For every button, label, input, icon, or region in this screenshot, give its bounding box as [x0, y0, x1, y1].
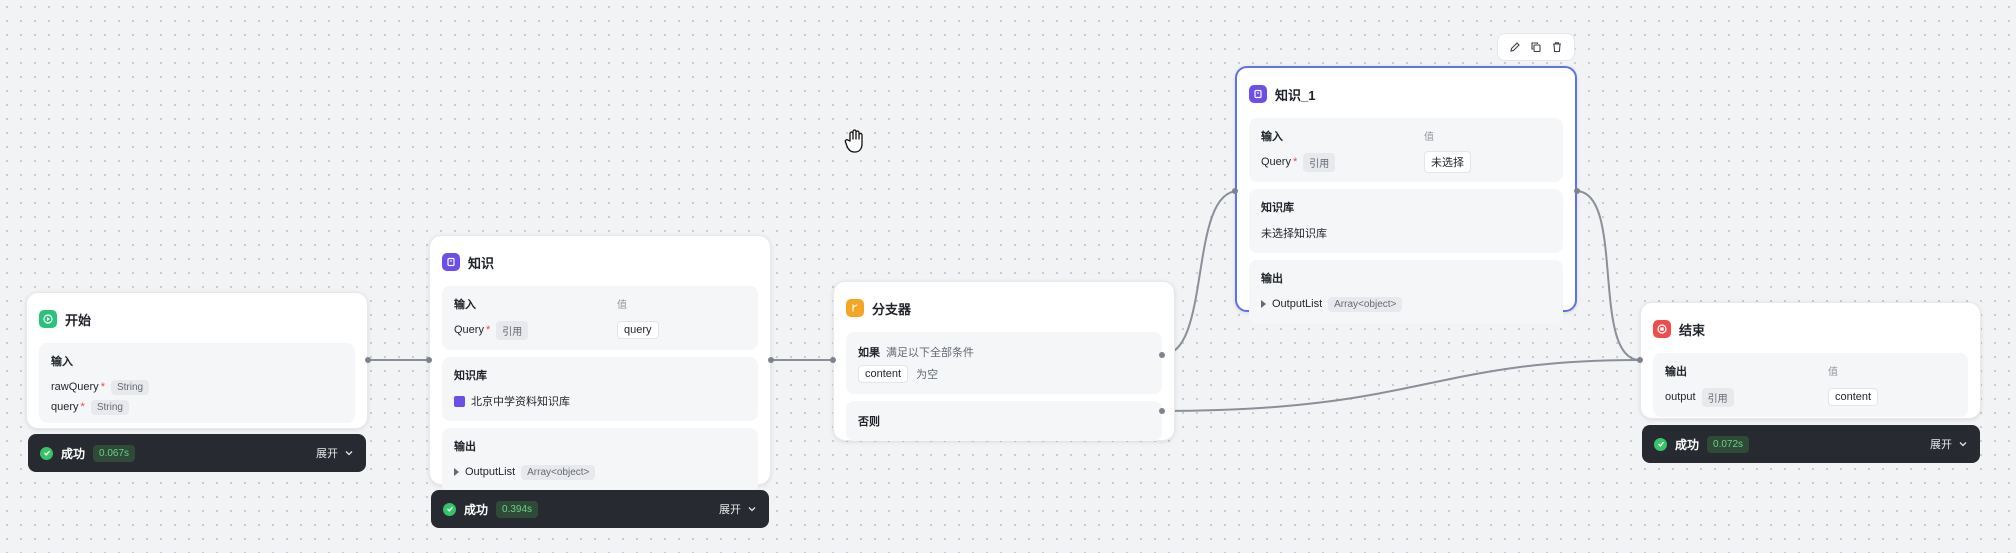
- knowledge-input-port[interactable]: [426, 357, 432, 363]
- knowledge1-node-title: 知识_1: [1275, 87, 1316, 103]
- branch-else-row: 否则: [858, 416, 880, 428]
- duration-badge: 0.394s: [496, 500, 539, 518]
- branch-node-header: 分支器: [846, 294, 1162, 322]
- book-icon: [1249, 85, 1267, 103]
- type-tag: Array<object>: [521, 464, 596, 480]
- end-node-title: 结束: [1679, 322, 1706, 338]
- check-circle-icon: [40, 446, 53, 460]
- caret-right-icon[interactable]: [1261, 300, 1266, 308]
- branch-else-section: 否则: [846, 401, 1162, 441]
- edge-branch-else-end: [1161, 359, 1641, 412]
- knowledge-output-port[interactable]: [768, 357, 774, 363]
- knowledge-kb-section: 知识库 北京中学资料知识库: [442, 357, 758, 421]
- start-input-title: 输入: [51, 356, 73, 368]
- start-input-section: 输入 rawQuery * String query * String: [39, 343, 355, 423]
- book-icon: [442, 253, 460, 271]
- start-node[interactable]: 开始 输入 rawQuery * String query * String: [26, 292, 368, 429]
- caret-right-icon[interactable]: [454, 468, 459, 476]
- ref-tag: 引用: [1701, 387, 1734, 407]
- type-tag: String: [110, 379, 150, 395]
- ref-tag: 引用: [1303, 152, 1336, 172]
- knowledge-input-section: 输入 值 Query * 引用 query: [442, 286, 758, 350]
- knowledge1-input-port[interactable]: [1232, 188, 1238, 194]
- play-icon: [39, 310, 57, 328]
- node-toolbar: [1497, 33, 1575, 61]
- end-node[interactable]: 结束 输出 值 output 引用 content: [1640, 302, 1981, 419]
- knowledge1-output-section: 输出 OutputList Array<object>: [1249, 260, 1563, 324]
- edge-knowledge1-end: [1575, 190, 1641, 361]
- start-param-rawquery: rawQuery * String: [51, 377, 343, 397]
- start-node-header: 开始: [39, 305, 355, 333]
- branch-icon: [846, 299, 864, 317]
- knowledge-status-bar[interactable]: 成功 0.394s 展开: [431, 490, 769, 528]
- end-input-port[interactable]: [1637, 357, 1643, 363]
- branch-input-port[interactable]: [830, 357, 836, 363]
- start-node-title: 开始: [65, 312, 92, 328]
- pencil-icon[interactable]: [1506, 38, 1524, 56]
- knowledge1-output-row[interactable]: OutputList Array<object>: [1261, 294, 1551, 314]
- knowledge1-kb-section: 知识库 未选择知识库: [1249, 189, 1563, 253]
- hand-cursor-icon: [844, 129, 863, 153]
- value-column-header: 值: [1828, 367, 1838, 378]
- param-value[interactable]: 未选择: [1424, 151, 1471, 173]
- expand-button[interactable]: 展开: [1930, 436, 1968, 452]
- branch-condition-row[interactable]: content 为空: [858, 364, 1150, 384]
- knowledge-param-query: Query * 引用 query: [454, 320, 746, 340]
- value-column-header: 值: [1424, 132, 1434, 143]
- expand-button[interactable]: 展开: [316, 445, 354, 461]
- knowledge-node-title: 知识: [468, 255, 495, 271]
- copy-icon[interactable]: [1527, 38, 1545, 56]
- trash-icon[interactable]: [1548, 38, 1566, 56]
- chevron-down-icon: [1959, 442, 1967, 447]
- check-circle-icon: [443, 502, 456, 516]
- chevron-down-icon: [345, 451, 353, 456]
- knowledge-output-row[interactable]: OutputList Array<object>: [454, 462, 746, 482]
- knowledge-base-item[interactable]: 北京中学资料知识库: [454, 391, 746, 411]
- chevron-down-icon: [748, 507, 756, 512]
- knowledge-node-header: 知识: [442, 248, 758, 276]
- branch-if-row: 如果 满足以下全部条件: [858, 347, 974, 359]
- ref-tag: 引用: [496, 320, 529, 340]
- knowledge1-param-query: Query * 引用 未选择: [1261, 151, 1551, 173]
- param-value[interactable]: content: [1828, 388, 1879, 406]
- branch-if-output-port[interactable]: [1159, 352, 1165, 358]
- type-tag: String: [90, 399, 129, 415]
- duration-badge: 0.072s: [1707, 435, 1750, 453]
- end-status-bar[interactable]: 成功 0.072s 展开: [1642, 425, 1980, 463]
- stop-icon: [1653, 320, 1671, 338]
- param-value[interactable]: query: [617, 321, 659, 339]
- condition-field: content: [858, 365, 909, 383]
- branch-else-output-port[interactable]: [1159, 408, 1165, 414]
- check-circle-icon: [1654, 437, 1667, 451]
- start-output-port[interactable]: [365, 357, 371, 363]
- branch-if-section: 如果 满足以下全部条件 content 为空: [846, 332, 1162, 394]
- end-node-header: 结束: [1653, 315, 1968, 343]
- knowledge-node[interactable]: 知识 输入 值 Query * 引用 query 知识库 北京中学资料知识库 输出…: [429, 235, 771, 492]
- start-status-bar[interactable]: 成功 0.067s 展开: [28, 434, 366, 472]
- end-output-section: 输出 值 output 引用 content: [1653, 353, 1968, 417]
- branch-node-title: 分支器: [872, 301, 912, 317]
- knowledge1-node[interactable]: 知识_1 输入 值 Query * 引用 未选择 知识库 未选择知识库 输出 Ou…: [1235, 66, 1577, 324]
- duration-badge: 0.067s: [93, 444, 136, 462]
- knowledge-base-icon: [454, 395, 465, 407]
- knowledge1-output-port[interactable]: [1574, 188, 1580, 194]
- end-param-output: output 引用 content: [1665, 387, 1956, 407]
- knowledge-output-section: 输出 OutputList Array<object>: [442, 428, 758, 492]
- knowledge1-input-section: 输入 值 Query * 引用 未选择: [1249, 118, 1563, 182]
- knowledge1-kb-empty[interactable]: 未选择知识库: [1261, 223, 1551, 243]
- branch-node[interactable]: 分支器 如果 满足以下全部条件 content 为空 否则: [833, 281, 1175, 441]
- expand-button[interactable]: 展开: [719, 501, 757, 517]
- value-column-header: 值: [617, 300, 627, 311]
- knowledge1-node-header: 知识_1: [1249, 80, 1563, 108]
- type-tag: Array<object>: [1328, 296, 1403, 312]
- condition-operator: 为空: [916, 369, 939, 381]
- start-param-query: query * String: [51, 397, 343, 417]
